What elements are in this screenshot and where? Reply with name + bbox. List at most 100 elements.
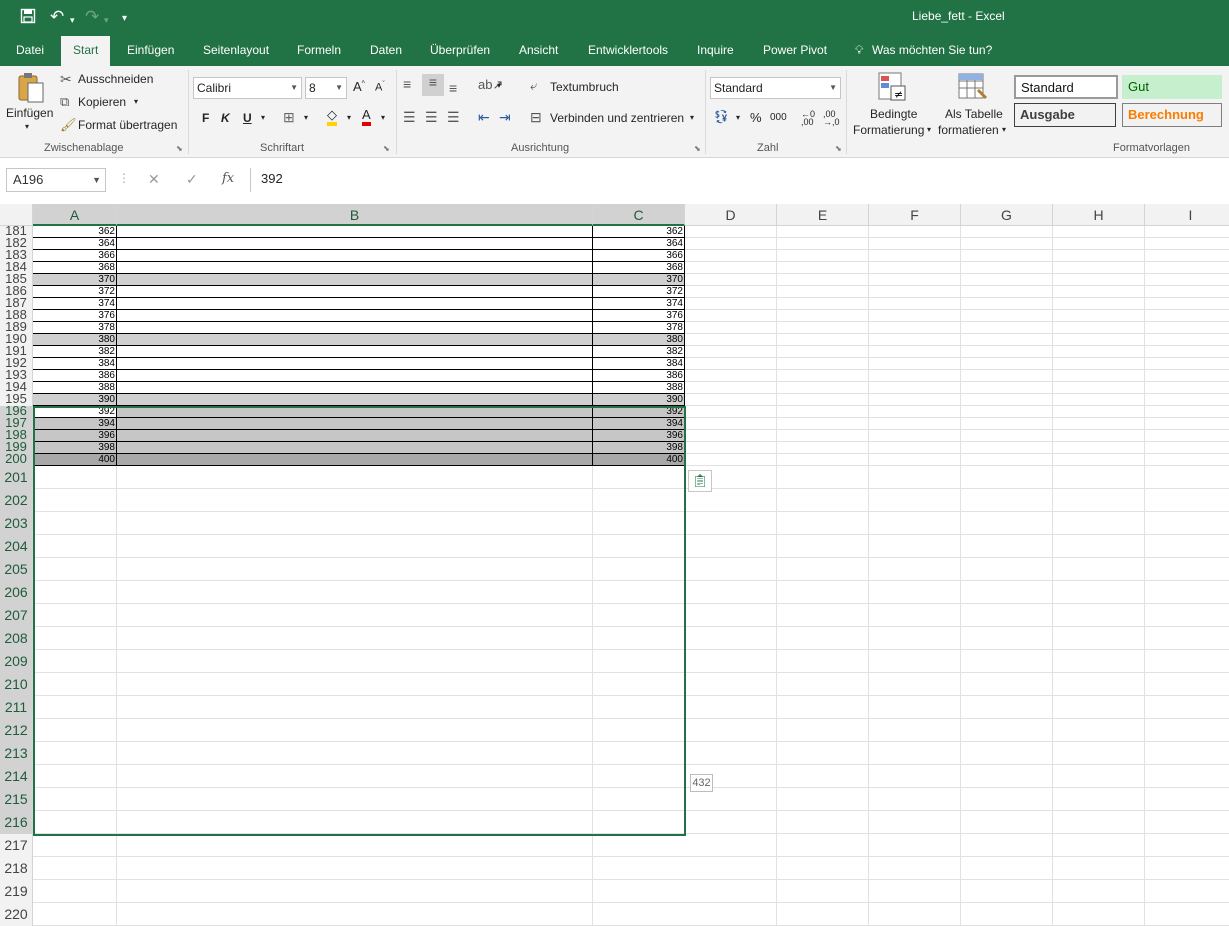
row-header[interactable]: 205: [0, 558, 33, 581]
cell-c[interactable]: 386: [593, 370, 685, 382]
increase-font-icon[interactable]: A^: [353, 79, 365, 94]
row-header[interactable]: 190: [0, 334, 33, 346]
row-header[interactable]: 182: [0, 238, 33, 250]
decrease-font-icon[interactable]: Aˇ: [375, 81, 385, 94]
copy-dropdown-icon[interactable]: ▾: [134, 97, 138, 106]
cell-a[interactable]: 368: [33, 262, 117, 274]
cell-c[interactable]: 376: [593, 310, 685, 322]
font-size-combo[interactable]: 8 ▼: [305, 77, 347, 99]
cell-b[interactable]: [117, 382, 593, 394]
row-header[interactable]: 211: [0, 696, 33, 719]
formula-input[interactable]: 392: [250, 168, 1229, 192]
column-header-e[interactable]: E: [777, 204, 869, 226]
cell-a[interactable]: 398: [33, 442, 117, 454]
number-format-combo[interactable]: Standard ▼: [710, 77, 841, 99]
format-table-dropdown-icon[interactable]: ▾: [1002, 125, 1006, 134]
cell-b[interactable]: [117, 250, 593, 262]
decrease-indent-icon[interactable]: ⇤: [478, 109, 490, 126]
cell-c[interactable]: 382: [593, 346, 685, 358]
cell-c[interactable]: 392: [593, 406, 685, 418]
cell-c[interactable]: 390: [593, 394, 685, 406]
row-header[interactable]: 201: [0, 466, 33, 489]
cell-a[interactable]: 370: [33, 274, 117, 286]
cell-c[interactable]: 364: [593, 238, 685, 250]
row-header[interactable]: 199: [0, 442, 33, 454]
clipboard-launcher-icon[interactable]: ⬊: [176, 144, 183, 153]
row-header[interactable]: 186: [0, 286, 33, 298]
fill-color-icon[interactable]: ◇: [327, 108, 337, 126]
increase-decimal-icon[interactable]: ←0,00: [801, 110, 815, 127]
copy-button[interactable]: Kopieren: [78, 95, 126, 109]
cell-c[interactable]: 372: [593, 286, 685, 298]
undo-dropdown-icon[interactable]: ▾: [70, 11, 75, 29]
paste-button[interactable]: Einfügen: [6, 106, 53, 120]
cell-c[interactable]: 400: [593, 454, 685, 466]
cell-a[interactable]: 374: [33, 298, 117, 310]
cell-b[interactable]: [117, 298, 593, 310]
font-color-icon[interactable]: A: [362, 108, 371, 126]
cell-a[interactable]: 390: [33, 394, 117, 406]
name-box[interactable]: A196 ▼: [6, 168, 106, 192]
column-header-d[interactable]: D: [685, 204, 777, 226]
customize-qat-icon[interactable]: ▾: [122, 10, 127, 28]
fill-color-dropdown-icon[interactable]: ▾: [347, 113, 351, 122]
worksheet-grid[interactable]: A B C D E F G H I 181 362 362 182 364 364 183 3…: [0, 204, 1229, 926]
format-painter-button[interactable]: Format übertragen: [78, 118, 177, 132]
cell-a[interactable]: 366: [33, 250, 117, 262]
row-header[interactable]: 181: [0, 226, 33, 238]
row-header[interactable]: 207: [0, 604, 33, 627]
underline-dropdown-icon[interactable]: ▾: [261, 113, 265, 122]
cell-c[interactable]: 362: [593, 226, 685, 238]
currency-icon[interactable]: 💱︎: [713, 109, 730, 125]
cell-a[interactable]: 388: [33, 382, 117, 394]
row-header[interactable]: 210: [0, 673, 33, 696]
orientation-dropdown-icon[interactable]: ▾: [497, 81, 501, 90]
cell-c[interactable]: 378: [593, 322, 685, 334]
tab-inquire[interactable]: Inquire: [697, 34, 734, 66]
cell-c[interactable]: 394: [593, 418, 685, 430]
cell-b[interactable]: [117, 286, 593, 298]
italic-button[interactable]: K: [221, 111, 230, 125]
select-all-corner[interactable]: [0, 204, 33, 226]
align-center-icon[interactable]: ☰: [425, 109, 438, 126]
tell-me-search[interactable]: Was möchten Sie tun?: [872, 34, 992, 66]
tab-einfuegen[interactable]: Einfügen: [127, 34, 174, 66]
cell-b[interactable]: [117, 274, 593, 286]
tab-power-pivot[interactable]: Power Pivot: [763, 34, 827, 66]
tab-formeln[interactable]: Formeln: [297, 34, 341, 66]
clipboard-paste-icon[interactable]: [16, 72, 46, 107]
tab-ansicht[interactable]: Ansicht: [519, 34, 558, 66]
row-header[interactable]: 187: [0, 298, 33, 310]
cell-a[interactable]: 372: [33, 286, 117, 298]
cell-a[interactable]: 392: [33, 406, 117, 418]
row-header[interactable]: 198: [0, 430, 33, 442]
increase-indent-icon[interactable]: ⇥: [499, 109, 511, 126]
cell-b[interactable]: [117, 334, 593, 346]
cancel-icon[interactable]: ✕: [148, 171, 160, 188]
cell-a[interactable]: 386: [33, 370, 117, 382]
cell-b[interactable]: [117, 322, 593, 334]
row-header[interactable]: 191: [0, 346, 33, 358]
cell-c[interactable]: 368: [593, 262, 685, 274]
style-ausgabe[interactable]: Ausgabe: [1014, 103, 1116, 127]
cell-a[interactable]: 394: [33, 418, 117, 430]
row-header[interactable]: 217: [0, 834, 33, 857]
cell-b[interactable]: [117, 430, 593, 442]
borders-icon[interactable]: ⊞: [283, 109, 295, 126]
align-bottom-icon[interactable]: ≡: [449, 80, 457, 96]
column-header-c[interactable]: C: [593, 204, 685, 226]
column-header-f[interactable]: F: [869, 204, 961, 226]
row-header[interactable]: 202: [0, 489, 33, 512]
column-header-g[interactable]: G: [961, 204, 1053, 226]
font-launcher-icon[interactable]: ⬊: [383, 144, 390, 153]
cell-b[interactable]: [117, 358, 593, 370]
column-header-i[interactable]: I: [1145, 204, 1229, 226]
format-as-table-button[interactable]: formatieren: [938, 123, 999, 137]
cell-a[interactable]: 400: [33, 454, 117, 466]
insert-function-icon[interactable]: fx: [222, 171, 234, 186]
format-as-table-label[interactable]: Als Tabelle: [945, 107, 1003, 121]
cell-c[interactable]: 366: [593, 250, 685, 262]
conditional-formatting-button[interactable]: Formatierung: [853, 123, 924, 137]
row-header[interactable]: 189: [0, 322, 33, 334]
row-header[interactable]: 193: [0, 370, 33, 382]
